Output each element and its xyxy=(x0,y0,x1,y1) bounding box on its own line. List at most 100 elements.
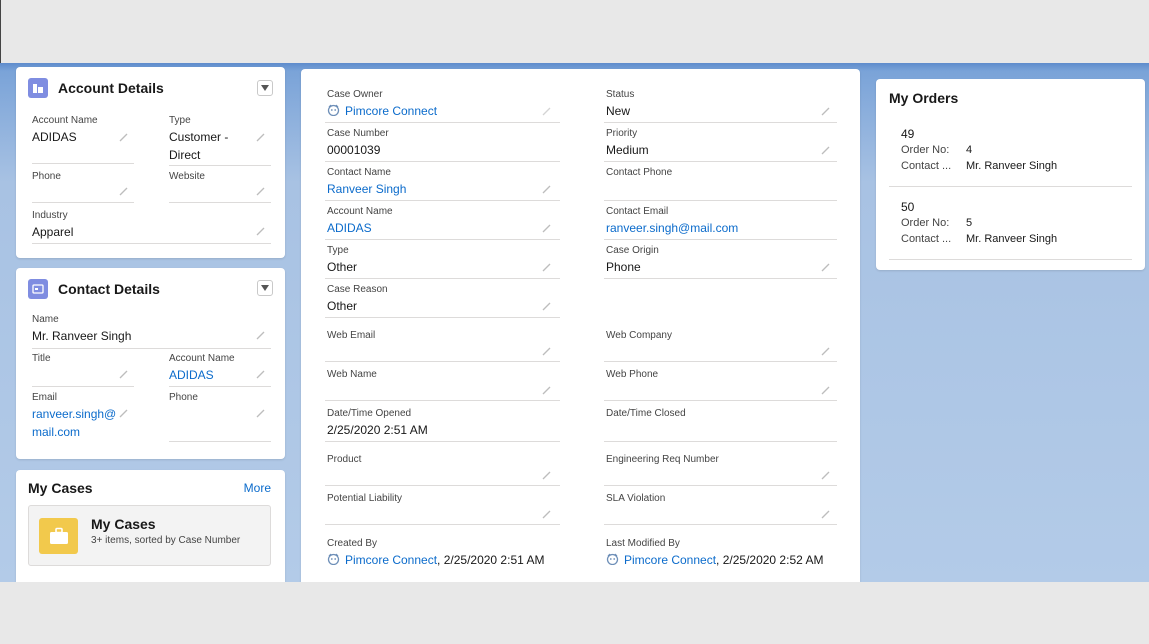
type-label: Type xyxy=(169,115,191,126)
priority-value: Medium xyxy=(606,143,649,157)
account-details-card: Account Details Account Name ADIDAS Type… xyxy=(16,67,285,258)
field-divider xyxy=(325,200,560,201)
pencil-icon[interactable] xyxy=(119,186,129,196)
field-divider xyxy=(169,202,271,203)
pencil-icon[interactable] xyxy=(256,369,266,379)
pencil-icon[interactable] xyxy=(542,346,552,356)
pencil-icon[interactable] xyxy=(821,470,831,480)
chevron-down-icon xyxy=(261,285,269,291)
field-divider xyxy=(32,348,271,349)
order-item[interactable]: 49 Order No: 4 Contact ... Mr. Ranveer S… xyxy=(889,123,1132,186)
pencil-icon[interactable] xyxy=(542,385,552,395)
field-divider xyxy=(604,485,837,486)
field-divider xyxy=(325,400,560,401)
account-name-label: Account Name xyxy=(32,115,98,126)
pencil-icon[interactable] xyxy=(542,223,552,233)
user-avatar-icon xyxy=(606,553,619,565)
pencil-icon[interactable] xyxy=(256,186,266,196)
contact-card-icon xyxy=(28,279,48,299)
contact-account-name-label: Account Name xyxy=(169,353,235,364)
industry-value: Apparel xyxy=(32,225,74,239)
email-link-line2[interactable]: mail.com xyxy=(32,424,80,441)
status-label: Status xyxy=(606,89,635,100)
engineering-req-label: Engineering Req Number xyxy=(606,454,719,465)
pencil-icon[interactable] xyxy=(821,145,831,155)
case-briefcase-icon xyxy=(39,518,78,554)
my-cases-title: My Cases xyxy=(28,480,93,496)
type-label: Type xyxy=(327,245,349,256)
web-company-label: Web Company xyxy=(606,330,672,341)
date-opened-label: Date/Time Opened xyxy=(327,408,412,419)
order-id: 49 xyxy=(901,127,915,141)
pencil-icon[interactable] xyxy=(821,385,831,395)
field-divider xyxy=(32,386,134,387)
pencil-icon[interactable] xyxy=(119,408,129,418)
pencil-icon[interactable] xyxy=(821,106,831,116)
pencil-icon[interactable] xyxy=(256,226,266,236)
field-divider xyxy=(169,441,271,442)
contact-email-link[interactable]: ranveer.singh@mail.com xyxy=(606,220,738,237)
case-origin-value: Phone xyxy=(606,260,641,274)
field-divider xyxy=(604,524,837,525)
contact-name-label: Name xyxy=(32,314,59,325)
phone-label: Phone xyxy=(32,171,61,182)
order-id: 50 xyxy=(901,200,915,214)
priority-label: Priority xyxy=(606,128,638,139)
my-cases-more-link[interactable]: More xyxy=(244,481,271,495)
order-no-value: 5 xyxy=(966,217,973,229)
contact-details-card: Contact Details Name Mr. Ranveer Singh T… xyxy=(16,268,285,459)
pencil-icon[interactable] xyxy=(542,509,552,519)
web-phone-label: Web Phone xyxy=(606,369,659,380)
account-name-value: ADIDAS xyxy=(32,130,77,144)
last-modified-by-link[interactable]: Pimcore Connect xyxy=(624,553,716,567)
potential-liability-label: Potential Liability xyxy=(327,493,403,504)
created-by-label: Created By xyxy=(327,538,378,549)
date-closed-label: Date/Time Closed xyxy=(606,408,686,419)
type-value-line1: Customer - xyxy=(169,130,229,144)
field-divider xyxy=(32,202,134,203)
case-owner-value: Pimcore Connect xyxy=(327,103,437,120)
field-divider xyxy=(604,200,837,201)
field-divider xyxy=(325,317,560,318)
pencil-icon[interactable] xyxy=(542,262,552,272)
pencil-icon[interactable] xyxy=(542,184,552,194)
type-value-line2: Direct xyxy=(169,148,201,162)
case-reason-value: Other xyxy=(327,299,358,313)
field-divider xyxy=(325,122,560,123)
pencil-icon[interactable] xyxy=(821,262,831,272)
created-by-link[interactable]: Pimcore Connect xyxy=(345,553,437,567)
my-orders-card: My Orders 49 Order No: 4 Contact ... Mr.… xyxy=(876,79,1145,270)
email-link-line1[interactable]: ranveer.singh@ xyxy=(32,406,116,423)
my-cases-list-tile[interactable]: My Cases 3+ items, sorted by Case Number xyxy=(28,505,271,566)
created-by-value: Pimcore Connect, 2/25/2020 2:51 AM xyxy=(327,552,544,569)
order-no-label: Order No: xyxy=(901,144,950,156)
pencil-icon[interactable] xyxy=(542,470,552,480)
field-divider xyxy=(169,165,271,166)
pencil-icon[interactable] xyxy=(821,346,831,356)
pencil-icon[interactable] xyxy=(119,132,129,142)
contact-name-link[interactable]: Ranveer Singh xyxy=(327,181,406,198)
pencil-icon[interactable] xyxy=(256,132,266,142)
account-details-menu-button[interactable] xyxy=(257,80,273,96)
order-item[interactable]: 50 Order No: 5 Contact ... Mr. Ranveer S… xyxy=(889,196,1132,259)
website-label: Website xyxy=(169,171,205,182)
my-cases-card: My Cases More My Cases 3+ items, sorted … xyxy=(16,470,285,582)
order-divider xyxy=(889,186,1132,187)
case-owner-link[interactable]: Pimcore Connect xyxy=(345,104,437,118)
change-owner-icon[interactable] xyxy=(542,106,552,116)
order-contact-label: Contact ... xyxy=(901,160,952,172)
created-by-date: , 2/25/2020 2:51 AM xyxy=(437,553,545,567)
industry-label: Industry xyxy=(32,210,68,221)
email-label: Email xyxy=(32,392,58,403)
pencil-icon[interactable] xyxy=(542,301,552,311)
pencil-icon[interactable] xyxy=(256,408,266,418)
my-orders-title: My Orders xyxy=(889,90,959,106)
pencil-icon[interactable] xyxy=(821,509,831,519)
case-origin-label: Case Origin xyxy=(606,245,659,256)
contact-account-link[interactable]: ADIDAS xyxy=(169,367,214,384)
contact-details-menu-button[interactable] xyxy=(257,280,273,296)
pencil-icon[interactable] xyxy=(119,369,129,379)
account-name-link[interactable]: ADIDAS xyxy=(327,220,372,237)
web-name-label: Web Name xyxy=(327,369,377,380)
pencil-icon[interactable] xyxy=(256,330,266,340)
